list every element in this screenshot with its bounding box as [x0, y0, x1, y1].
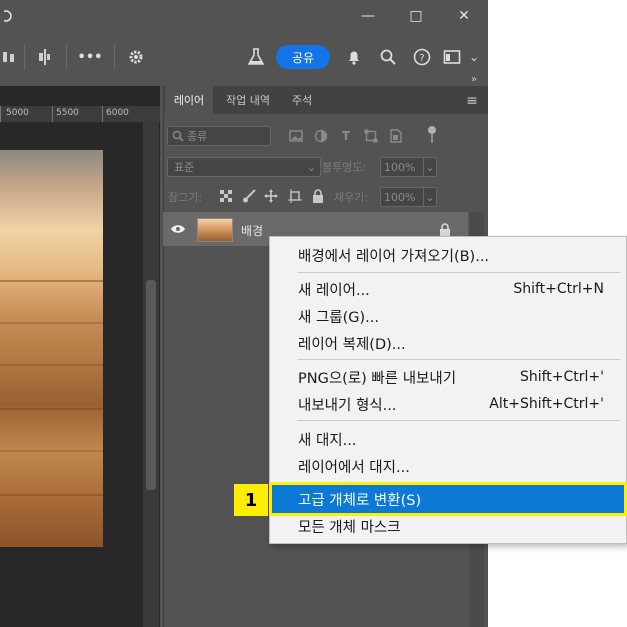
- opacity-dropdown[interactable]: ⌄: [423, 157, 437, 177]
- menu-item-label: 배경에서 레이어 가져오기(B)...: [298, 248, 490, 265]
- separator: [114, 44, 115, 70]
- align-center-icon[interactable]: [34, 46, 56, 68]
- adjustment-filter-icon[interactable]: [313, 128, 329, 144]
- menu-item-label: 레이어 복제(D)...: [298, 336, 406, 353]
- shape-filter-icon[interactable]: [363, 128, 379, 144]
- move-icon[interactable]: [263, 188, 279, 204]
- close-button[interactable]: ✕: [446, 4, 482, 28]
- minimize-button[interactable]: —: [350, 4, 386, 28]
- menu-item-label: PNG으(로) 빠른 내보내기: [298, 370, 457, 387]
- menu-item-label: 고급 개체로 변환(S): [298, 492, 422, 509]
- menu-item-new-group[interactable]: 새 그룹(G)...: [298, 303, 604, 329]
- layer-filter-dropdown[interactable]: 종류: [167, 126, 271, 146]
- ruler-label: 5000: [6, 108, 29, 118]
- menu-item-export-as[interactable]: 내보내기 형식... Alt+Shift+Ctrl+': [298, 391, 604, 417]
- blend-mode-value: 표준: [174, 161, 195, 174]
- menu-item-new-artboard[interactable]: 새 대지...: [298, 426, 604, 452]
- menu-separator: [297, 420, 620, 421]
- menu-item-shortcut: Shift+Ctrl+N: [513, 281, 604, 297]
- chevron-down-icon: ⌄: [306, 160, 316, 174]
- bell-icon[interactable]: [342, 45, 366, 69]
- ruler-label: 6000: [106, 108, 129, 118]
- lock-transparent-icon[interactable]: [219, 188, 233, 204]
- distribute-icon[interactable]: [0, 46, 20, 68]
- chevron-down-icon: ⌄: [425, 160, 435, 174]
- lock-all-icon[interactable]: [310, 188, 326, 204]
- brush-icon[interactable]: [241, 188, 257, 204]
- more-options-icon[interactable]: •••: [76, 46, 104, 68]
- layer-context-menu: 배경에서 레이어 가져오기(B)... 새 레이어... Shift+Ctrl+…: [269, 236, 627, 544]
- menu-item-label: 새 대지...: [298, 432, 357, 449]
- separator: [24, 44, 25, 70]
- opacity-input[interactable]: 100%: [380, 157, 425, 177]
- scrollbar-thumb[interactable]: [146, 280, 156, 490]
- menu-item-label: 새 그룹(G)...: [298, 309, 380, 326]
- menu-item-duplicate-layer[interactable]: 레이어 복제(D)...: [298, 330, 604, 356]
- workspace-icon[interactable]: [440, 45, 464, 69]
- horizontal-ruler: 5000 5500 6000: [0, 106, 160, 123]
- filter-toggle-icon[interactable]: [424, 124, 440, 146]
- menu-item-shortcut: Shift+Ctrl+': [519, 369, 604, 385]
- tab-layers[interactable]: 레이어: [165, 86, 213, 114]
- menu-separator: [297, 359, 620, 360]
- menu-item-label: 레이어에서 대지...: [298, 459, 410, 476]
- layer-thumbnail: [197, 218, 233, 242]
- chevron-down-icon: ⌄: [425, 190, 435, 204]
- menu-item-convert-to-smart-object[interactable]: 고급 개체로 변환(S): [269, 482, 627, 516]
- menu-item-layer-from-background[interactable]: 배경에서 레이어 가져오기(B)...: [298, 242, 604, 268]
- menu-item-mask-all-objects[interactable]: 모든 개체 마스크: [298, 513, 604, 539]
- maximize-button[interactable]: □: [398, 4, 434, 28]
- menu-item-quick-export-png[interactable]: PNG으(로) 빠른 내보내기 Shift+Ctrl+': [298, 364, 604, 390]
- eye-icon[interactable]: [168, 220, 188, 238]
- ruler-label: 5500: [56, 108, 79, 118]
- menu-separator: [297, 272, 620, 273]
- desert-photo: [0, 150, 103, 547]
- flask-icon[interactable]: [244, 45, 268, 69]
- lock-label: 잠그기:: [168, 191, 203, 204]
- menu-item-label: 내보내기 형식...: [298, 397, 397, 414]
- help-icon[interactable]: ?: [410, 45, 434, 69]
- svg-text:?: ?: [419, 53, 424, 64]
- separator: [66, 44, 67, 70]
- share-button[interactable]: 공유: [276, 45, 330, 69]
- gear-icon[interactable]: [124, 46, 148, 68]
- artboard-lock-icon[interactable]: [287, 188, 303, 204]
- search-icon[interactable]: [376, 45, 400, 69]
- type-filter-icon[interactable]: T: [338, 128, 354, 144]
- fill-input[interactable]: 100%: [380, 187, 425, 207]
- pixel-filter-icon[interactable]: [288, 128, 304, 144]
- tab-notes[interactable]: 주석: [282, 86, 322, 114]
- menu-item-shortcut: Alt+Shift+Ctrl+': [489, 396, 604, 412]
- menu-separator: [297, 482, 620, 483]
- chevron-down-icon[interactable]: ⌄: [466, 45, 482, 69]
- opacity-label: 불투명도:: [322, 161, 367, 174]
- blend-mode-dropdown[interactable]: 표준 ⌄: [167, 157, 321, 177]
- menu-item-label: 모든 개체 마스크: [298, 519, 401, 536]
- collapse-panels-icon[interactable]: »: [466, 73, 482, 85]
- app-menu-edge-icon[interactable]: [0, 4, 20, 28]
- panel-menu-icon[interactable]: ≡: [462, 92, 482, 110]
- step-callout-badge: 1: [234, 484, 268, 516]
- smart-object-filter-icon[interactable]: [388, 128, 404, 144]
- layer-name: 배경: [241, 224, 264, 238]
- fill-label: 채우기:: [334, 191, 369, 204]
- fill-dropdown[interactable]: ⌄: [423, 187, 437, 207]
- tab-history[interactable]: 작업 내역: [216, 86, 280, 114]
- menu-item-artboard-from-layers[interactable]: 레이어에서 대지...: [298, 453, 604, 479]
- menu-item-new-layer[interactable]: 새 레이어... Shift+Ctrl+N: [298, 276, 604, 302]
- filter-kind-label: 종류: [187, 130, 208, 143]
- search-icon: [172, 130, 184, 142]
- menu-item-label: 새 레이어...: [298, 282, 370, 299]
